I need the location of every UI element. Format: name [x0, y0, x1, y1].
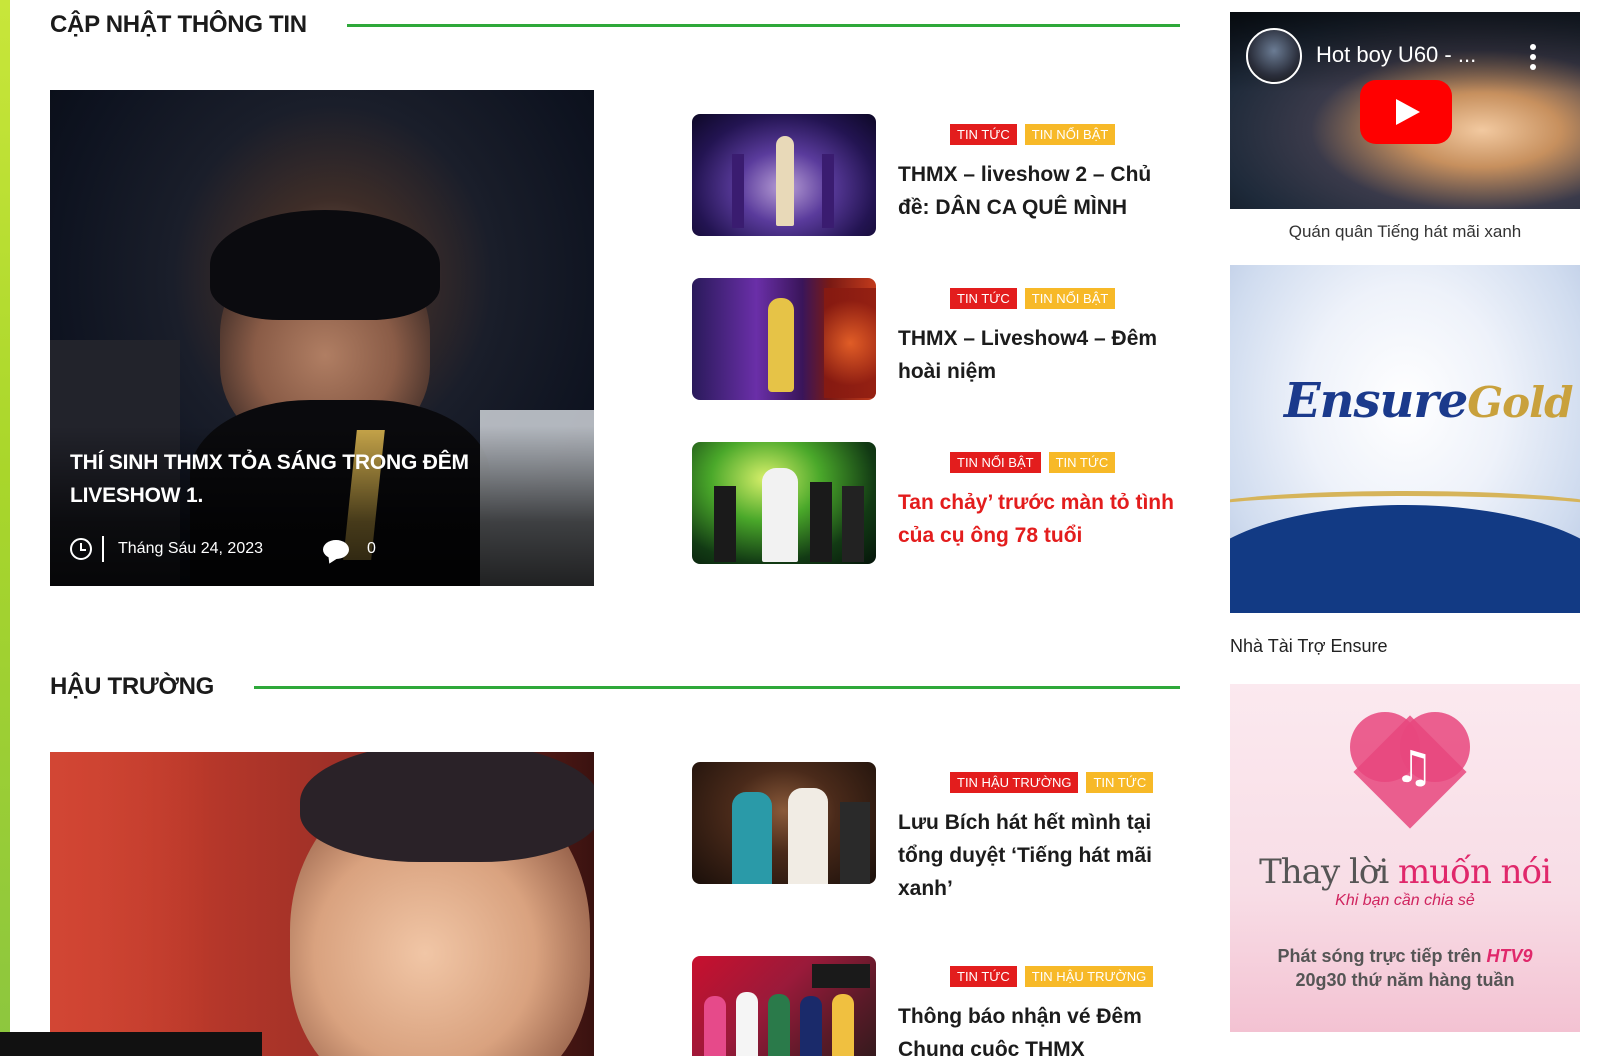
sidebar: Hot boy U60 - ... Quán quân Tiếng hát mã… — [1230, 0, 1580, 1056]
video-title[interactable]: Hot boy U60 - ... — [1316, 42, 1476, 68]
left-accent-bar — [0, 0, 10, 1056]
featured-article-title[interactable]: THÍ SINH THMX TỎA SÁNG TRONG ĐÊM LIVESHO… — [70, 446, 484, 512]
category-badge[interactable]: TIN TỨC — [950, 288, 1017, 309]
article-thumbnail[interactable] — [692, 114, 876, 236]
section-title: HẬU TRƯỜNG — [50, 673, 215, 700]
list-item[interactable]: TIN TỨC TIN HẬU TRƯỜNG Thông báo nhận vé… — [692, 956, 1180, 1056]
category-badge[interactable]: TIN TỨC — [1048, 452, 1116, 473]
list-item[interactable]: TIN NỔI BẬT TIN TỨC Tan chảy’ trước màn … — [692, 442, 1180, 572]
promo-schedule: 20g30 thứ năm hàng tuần — [1295, 970, 1515, 990]
ensure-logo: EnsureGold — [1284, 373, 1573, 429]
article-thumbnail[interactable] — [692, 956, 876, 1056]
category-badge[interactable]: TIN TỨC — [950, 966, 1017, 987]
article-title[interactable]: THMX – liveshow 2 – Chủ đề: DÂN CA QUÊ M… — [898, 158, 1180, 224]
video-caption: Quán quân Tiếng hát mãi xanh — [1288, 222, 1522, 241]
promo-title: Thay lời muốn nói — [1259, 852, 1552, 892]
article-title[interactable]: Lưu Bích hát hết mình tại tổng duyệt ‘Ti… — [898, 806, 1180, 905]
thay-loi-muon-noi-banner[interactable]: ♫ Thay lời muốn nói Khi bạn cần chia sẻ … — [1230, 684, 1580, 1032]
featured-article-image — [50, 752, 594, 1056]
section-divider — [346, 23, 1180, 27]
article-badges: TIN NỔI BẬT TIN TỨC — [950, 452, 1116, 473]
article-thumbnail[interactable] — [692, 442, 876, 564]
category-badge[interactable]: TIN NỔI BẬT — [950, 452, 1041, 473]
bottom-overlay-bar — [0, 1032, 262, 1056]
meta-separator — [102, 536, 104, 562]
clock-icon — [70, 538, 92, 560]
main-content: CẬP NHẬT THÔNG TIN THÍ SINH THMX TỎA SÁN… — [50, 0, 1180, 1056]
list-item[interactable]: TIN TỨC TIN NỔI BẬT THMX – liveshow 2 – … — [692, 114, 1180, 244]
article-badges: TIN TỨC TIN NỔI BẬT — [950, 124, 1116, 145]
channel-avatar[interactable] — [1246, 28, 1302, 84]
article-thumbnail[interactable] — [692, 278, 876, 400]
article-badges: TIN TỨC TIN NỔI BẬT — [950, 288, 1116, 309]
heart-music-icon: ♫ — [1350, 712, 1470, 832]
promo-subtitle: Khi bạn cần chia sẻ — [1335, 892, 1475, 909]
section-header-backstage: HẬU TRƯỜNG — [50, 662, 1180, 712]
youtube-video-embed[interactable]: Hot boy U60 - ... — [1230, 12, 1580, 209]
promo-broadcast-line: Phát sóng trực tiếp trên HTV9 — [1277, 946, 1533, 966]
featured-article[interactable]: THÍ SINH THMX TỎA SÁNG TRONG ĐÊM LIVESHO… — [50, 90, 594, 586]
section-divider — [254, 685, 1180, 689]
play-icon[interactable] — [1360, 80, 1452, 144]
more-options-icon[interactable] — [1530, 44, 1536, 70]
htv9-logo: HTV9 — [1486, 946, 1533, 966]
category-badge[interactable]: TIN NỔI BẬT — [1024, 124, 1116, 145]
article-title[interactable]: Thông báo nhận vé Đêm Chung cuộc THMX — [898, 1000, 1180, 1056]
section-title: CẬP NHẬT THÔNG TIN — [50, 11, 307, 38]
category-badge[interactable]: TIN TỨC — [1086, 772, 1154, 793]
ensure-ad-banner[interactable]: EnsureGold — [1230, 265, 1580, 613]
article-badges: TIN HẬU TRƯỜNG TIN TỨC — [950, 772, 1154, 793]
featured-article-date: Tháng Sáu 24, 2023 — [118, 540, 264, 557]
comment-icon[interactable] — [323, 539, 350, 559]
category-badge[interactable]: TIN TỨC — [950, 124, 1017, 145]
ensure-ad-caption: Nhà Tài Trợ Ensure — [1230, 636, 1388, 656]
featured-article-meta: Tháng Sáu 24, 2023 0 — [70, 536, 376, 562]
category-badge[interactable]: TIN NỔI BẬT — [1024, 288, 1116, 309]
article-thumbnail[interactable] — [692, 762, 876, 884]
category-badge[interactable]: TIN HẬU TRƯỜNG — [1024, 966, 1154, 987]
featured-article[interactable] — [50, 752, 594, 1056]
list-item[interactable]: TIN TỨC TIN NỔI BẬT THMX – Liveshow4 – Đ… — [692, 278, 1180, 408]
article-title[interactable]: THMX – Liveshow4 – Đêm hoài niệm — [898, 322, 1180, 388]
article-badges: TIN TỨC TIN HẬU TRƯỜNG — [950, 966, 1154, 987]
category-badge[interactable]: TIN HẬU TRƯỜNG — [950, 772, 1079, 793]
section-header-updates: CẬP NHẬT THÔNG TIN — [50, 0, 1180, 50]
comment-count[interactable]: 0 — [367, 540, 376, 558]
list-item[interactable]: TIN HẬU TRƯỜNG TIN TỨC Lưu Bích hát hết … — [692, 762, 1180, 932]
article-title[interactable]: Tan chảy’ trước màn tỏ tình của cụ ông 7… — [898, 486, 1180, 552]
